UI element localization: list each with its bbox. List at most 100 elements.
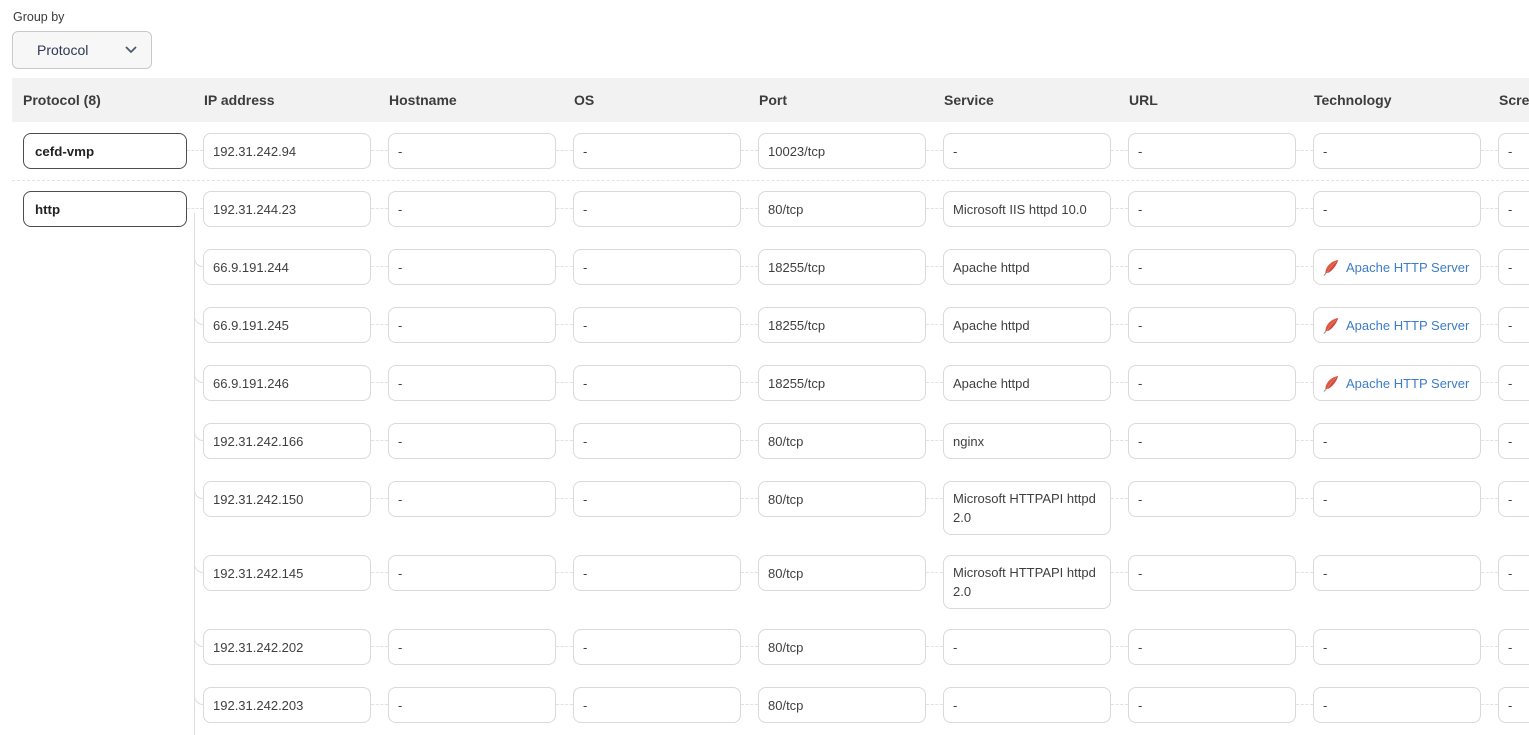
cell-port: 18255/tcp: [758, 365, 926, 401]
connector-line: [1481, 307, 1498, 325]
table-header: Protocol (8)IP addressHostnameOSPortServ…: [12, 78, 1529, 122]
cell-screenshot: -: [1498, 191, 1529, 227]
tree-elbow: [194, 634, 204, 647]
connector-line: [371, 249, 388, 267]
cell-url: -: [1128, 365, 1296, 401]
cell-url: -: [1128, 629, 1296, 665]
cell-hostname: -: [388, 307, 556, 343]
cell-os: -: [573, 687, 741, 723]
cell-screenshot: -: [1498, 481, 1529, 517]
technology-link[interactable]: Apache HTTP Server: [1346, 376, 1469, 391]
connector-line: [1481, 481, 1498, 499]
connector-line: [1296, 365, 1313, 383]
cell-os: -: [573, 365, 741, 401]
cell-port: 18255/tcp: [758, 307, 926, 343]
tree-elbow: [194, 370, 204, 383]
group-chip-http[interactable]: http: [23, 191, 187, 227]
cell-technology: -: [1313, 133, 1481, 169]
cell-technology: Apache HTTP Server: [1313, 249, 1481, 285]
connector-line: [1111, 365, 1128, 383]
connector-line: [1481, 555, 1498, 573]
tree-elbow: [194, 692, 204, 705]
cell-url: -: [1128, 249, 1296, 285]
connector-line: [741, 133, 758, 151]
cell-port: 80/tcp: [758, 687, 926, 723]
table-row: 192.31.244.23--80/tcpMicrosoft IIS httpd…: [203, 191, 1529, 227]
tree-vertical-line: [194, 213, 195, 735]
connector-line: [556, 687, 573, 705]
cell-hostname: -: [388, 249, 556, 285]
connector-line: [371, 629, 388, 647]
technology-link[interactable]: Apache HTTP Server: [1346, 260, 1469, 275]
cell-port: 80/tcp: [758, 555, 926, 591]
connector-line: [1111, 307, 1128, 325]
connector-line: [556, 365, 573, 383]
cell-service: Apache httpd: [943, 365, 1111, 401]
cell-url: -: [1128, 133, 1296, 169]
connector-line: [556, 191, 573, 209]
cell-screenshot: -: [1498, 249, 1529, 285]
table-row: 192.31.242.94--10023/tcp----: [203, 133, 1529, 169]
connector-line: [1481, 191, 1498, 209]
connector-line: [371, 365, 388, 383]
cell-url: -: [1128, 687, 1296, 723]
connector-line: [1481, 249, 1498, 267]
connector-line: [1296, 133, 1313, 151]
cell-ip: 192.31.242.202: [203, 629, 371, 665]
cell-port: 80/tcp: [758, 629, 926, 665]
connector-line: [926, 365, 943, 383]
cell-technology: -: [1313, 481, 1481, 517]
cell-screenshot: -: [1498, 629, 1529, 665]
group-connector-line: [187, 208, 203, 209]
table-row: 66.9.191.246--18255/tcpApache httpd-Apac…: [203, 365, 1529, 401]
cell-screenshot: -: [1498, 365, 1529, 401]
group-chip-cefd-vmp[interactable]: cefd-vmp: [23, 133, 187, 169]
connector-line: [1296, 555, 1313, 573]
connector-line: [741, 249, 758, 267]
cell-url: -: [1128, 307, 1296, 343]
connector-line: [1296, 191, 1313, 209]
group-by-select[interactable]: Protocol: [12, 31, 152, 69]
cell-url: -: [1128, 191, 1296, 227]
cell-screenshot: -: [1498, 133, 1529, 169]
cell-service: nginx: [943, 423, 1111, 459]
cell-ip: 192.31.242.203: [203, 687, 371, 723]
scan-results-page: Group by Protocol Protocol (8)IP address…: [0, 0, 1529, 735]
connector-line: [1481, 365, 1498, 383]
connector-line: [741, 629, 758, 647]
group-connector-line: [187, 150, 203, 151]
cell-ip: 192.31.242.94: [203, 133, 371, 169]
apache-feather-icon: [1323, 317, 1340, 334]
cell-screenshot: -: [1498, 307, 1529, 343]
cell-service: -: [943, 629, 1111, 665]
connector-line: [741, 365, 758, 383]
connector-line: [926, 481, 943, 499]
connector-line: [1296, 687, 1313, 705]
cell-technology: -: [1313, 687, 1481, 723]
technology-link[interactable]: Apache HTTP Server: [1346, 318, 1469, 333]
connector-line: [1296, 249, 1313, 267]
connector-line: [1111, 423, 1128, 441]
connector-line: [1111, 481, 1128, 499]
tree-elbow: [194, 486, 204, 499]
cell-service: Microsoft HTTPAPI httpd 2.0: [943, 555, 1111, 609]
cell-os: -: [573, 555, 741, 591]
connector-line: [556, 307, 573, 325]
cell-os: -: [573, 423, 741, 459]
column-header-os: OS: [574, 78, 594, 122]
cell-port: 10023/tcp: [758, 133, 926, 169]
table-row: 192.31.242.150--80/tcpMicrosoft HTTPAPI …: [203, 481, 1529, 535]
connector-line: [1111, 629, 1128, 647]
connector-line: [556, 555, 573, 573]
cell-ip: 192.31.244.23: [203, 191, 371, 227]
cell-screenshot: -: [1498, 423, 1529, 459]
connector-line: [926, 249, 943, 267]
apache-feather-icon: [1323, 259, 1340, 276]
cell-service: Microsoft IIS httpd 10.0: [943, 191, 1111, 227]
connector-line: [1111, 555, 1128, 573]
connector-line: [1111, 249, 1128, 267]
connector-line: [741, 423, 758, 441]
group-separator: [12, 180, 1529, 181]
connector-line: [741, 481, 758, 499]
cell-port: 18255/tcp: [758, 249, 926, 285]
